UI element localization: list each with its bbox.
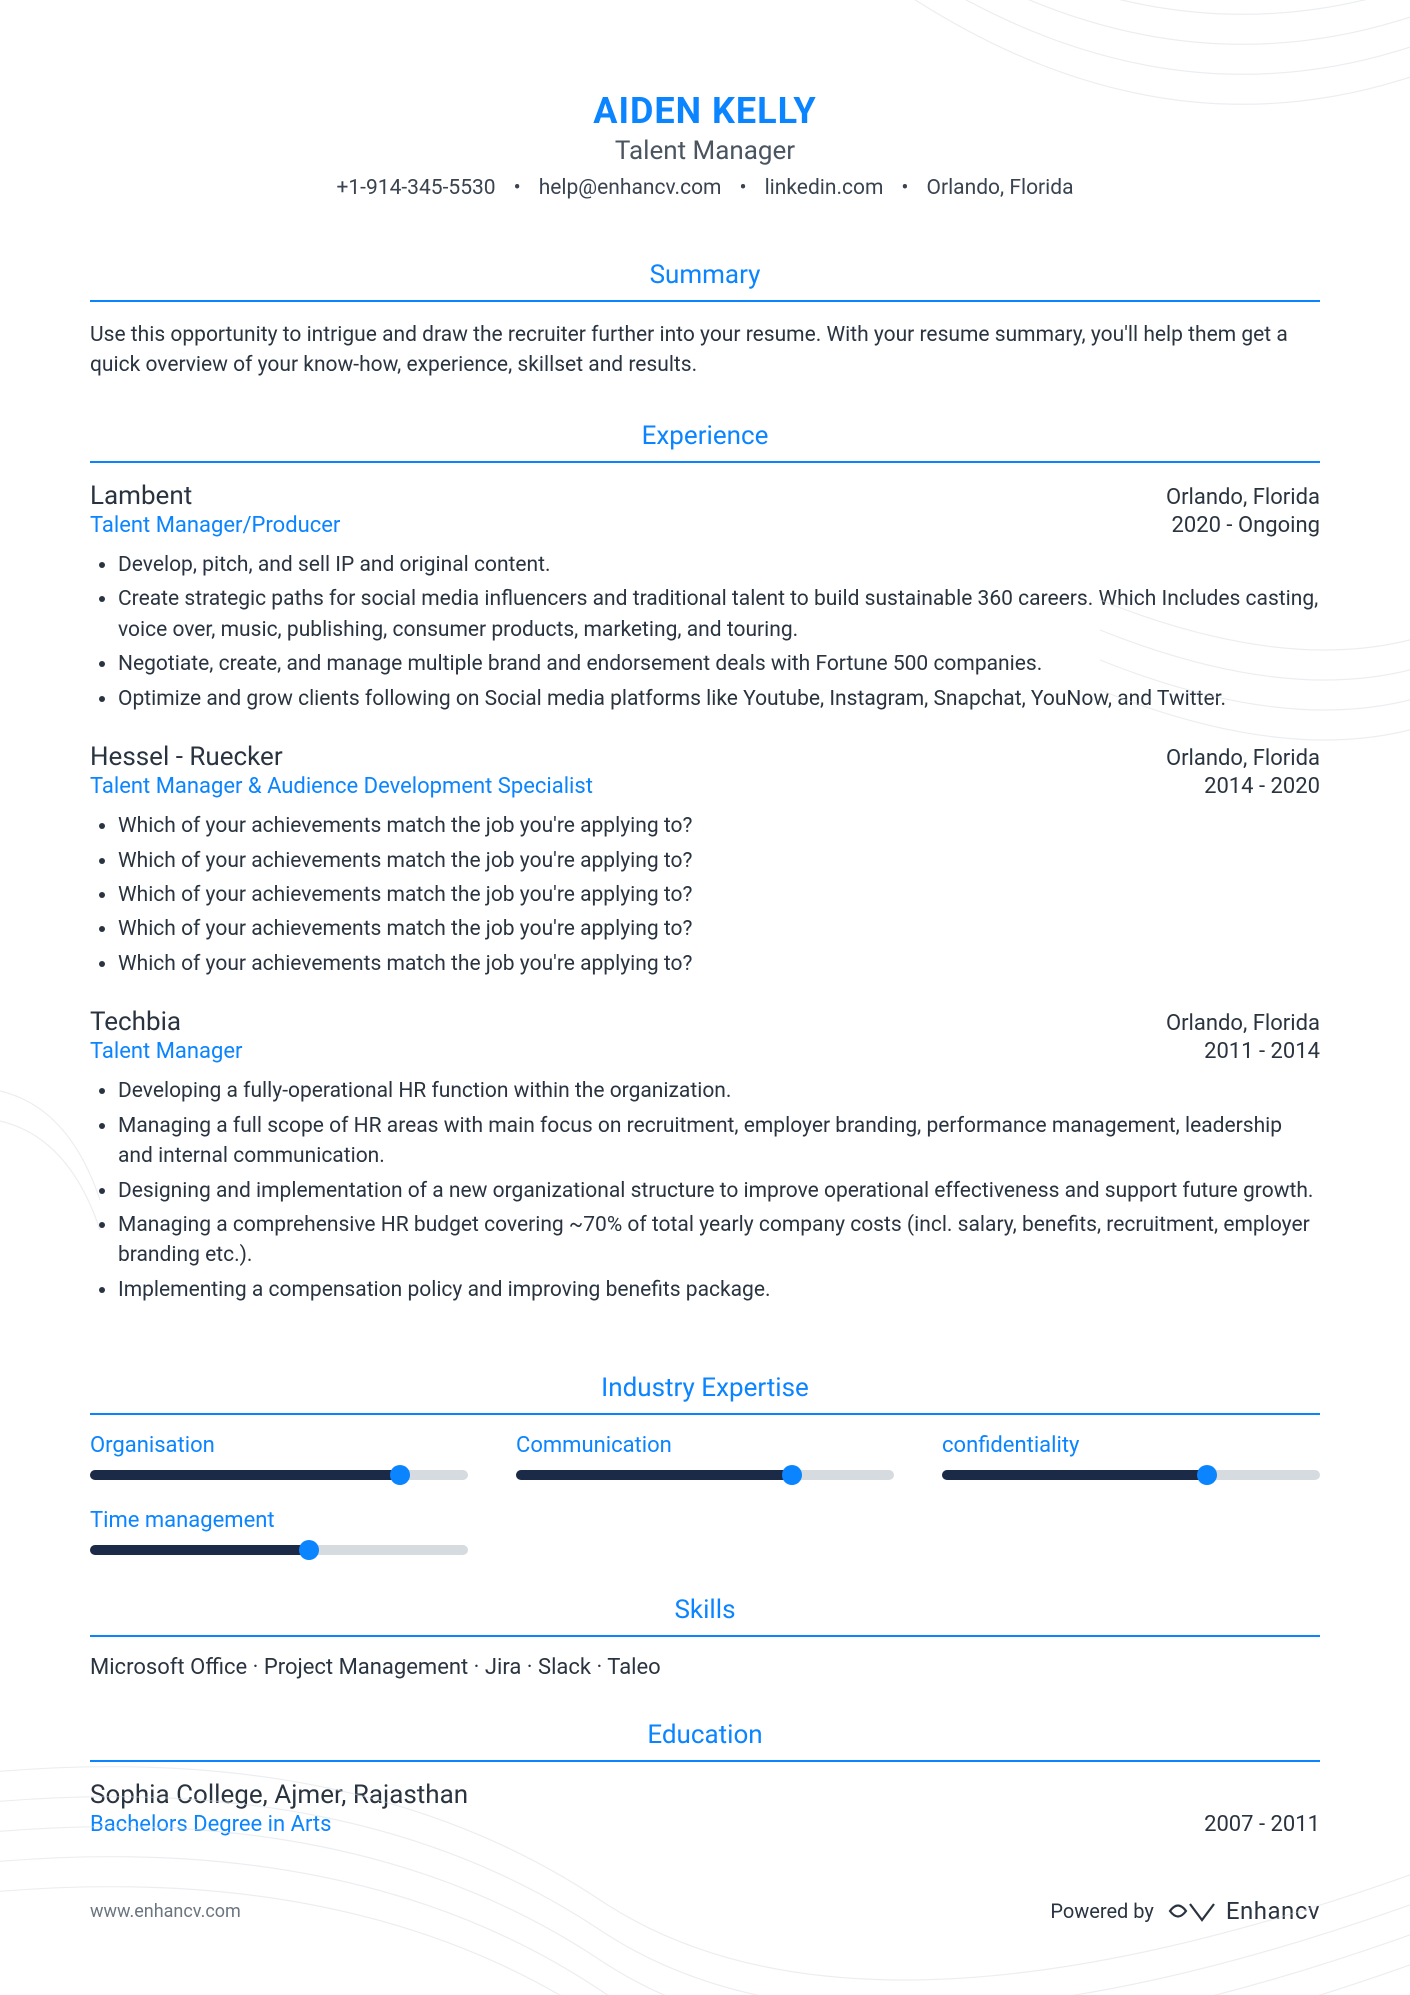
contact-row: +1-914-345-5530 • help@enhancv.com • lin…	[90, 176, 1320, 200]
brand-name: Enhancv	[1226, 1897, 1320, 1925]
job-bullets: Develop, pitch, and sell IP and original…	[90, 550, 1320, 714]
job-bullet: Which of your achievements match the job…	[118, 949, 1320, 979]
job-bullet: Which of your achievements match the job…	[118, 846, 1320, 876]
expertise-label: Time management	[90, 1508, 468, 1533]
expertise-section: Industry Expertise Organisation Communica…	[90, 1373, 1320, 1555]
job-location: Orlando, Florida	[1166, 746, 1320, 771]
education-header-row: Sophia College, Ajmer, RajasthanBachelor…	[90, 1780, 1320, 1837]
job-dates: 2011 - 2014	[1204, 1039, 1320, 1064]
expertise-item: Communication	[516, 1433, 894, 1480]
job-role: Talent Manager/Producer	[90, 513, 340, 538]
expertise-label: Communication	[516, 1433, 894, 1458]
education-school: Sophia College, Ajmer, Rajasthan	[90, 1780, 468, 1810]
education-degree: Bachelors Degree in Arts	[90, 1812, 468, 1837]
expertise-item: confidentiality	[942, 1433, 1320, 1480]
contact-phone: +1-914-345-5530	[336, 176, 495, 200]
education-entry: Sophia College, Ajmer, RajasthanBachelor…	[90, 1780, 1320, 1837]
person-name: AIDEN KELLY	[90, 90, 1320, 132]
resume-header: AIDEN KELLY Talent Manager +1-914-345-55…	[90, 90, 1320, 200]
expertise-bar-knob	[782, 1465, 802, 1485]
job-header-row: Lambent Orlando, Florida	[90, 481, 1320, 511]
expertise-label: Organisation	[90, 1433, 468, 1458]
job-role: Talent Manager & Audience Development Sp…	[90, 774, 593, 799]
summary-text: Use this opportunity to intrigue and dra…	[90, 320, 1320, 381]
skills-heading: Skills	[90, 1595, 1320, 1637]
education-list: Sophia College, Ajmer, RajasthanBachelor…	[90, 1780, 1320, 1837]
expertise-item: Organisation	[90, 1433, 468, 1480]
job-bullet: Which of your achievements match the job…	[118, 811, 1320, 841]
separator-dot-icon: •	[514, 176, 521, 200]
job-bullet: Optimize and grow clients following on S…	[118, 684, 1320, 714]
job-subheader-row: Talent Manager & Audience Development Sp…	[90, 772, 1320, 799]
expertise-bar-knob	[299, 1540, 319, 1560]
skills-section: Skills Microsoft Office · Project Manage…	[90, 1595, 1320, 1680]
job-bullets: Developing a fully-operational HR functi…	[90, 1076, 1320, 1305]
job-role: Talent Manager	[90, 1039, 242, 1064]
job-bullet: Negotiate, create, and manage multiple b…	[118, 649, 1320, 679]
expertise-bar-fill	[90, 1470, 400, 1480]
education-left: Sophia College, Ajmer, RajasthanBachelor…	[90, 1780, 468, 1837]
expertise-bar-fill	[516, 1470, 792, 1480]
job-company: Hessel - Ruecker	[90, 742, 283, 772]
education-dates: 2007 - 2011	[1204, 1812, 1320, 1837]
experience-section: Experience LambentOrlando, FloridaTalent…	[90, 421, 1320, 1333]
job-location: Orlando, Florida	[1166, 485, 1320, 510]
job-bullet: Managing a full scope of HR areas with m…	[118, 1111, 1320, 1172]
job-dates: 2014 - 2020	[1204, 774, 1320, 799]
expertise-bar	[90, 1545, 468, 1555]
job-bullet: Create strategic paths for social media …	[118, 584, 1320, 645]
education-section: Education Sophia College, Ajmer, Rajasth…	[90, 1720, 1320, 1837]
contact-email[interactable]: help@enhancv.com	[539, 176, 722, 200]
contact-location: Orlando, Florida	[927, 176, 1074, 200]
skills-line: Microsoft Office · Project Management · …	[90, 1655, 1320, 1680]
education-heading: Education	[90, 1720, 1320, 1762]
summary-section: Summary Use this opportunity to intrigue…	[90, 260, 1320, 381]
jobs-list: LambentOrlando, FloridaTalent Manager/Pr…	[90, 481, 1320, 1305]
job-bullet: Managing a comprehensive HR budget cover…	[118, 1210, 1320, 1271]
brand-logo[interactable]: Enhancv	[1168, 1897, 1320, 1925]
job-company: Lambent	[90, 481, 192, 511]
expertise-grid: Organisation Communication confidentiality…	[90, 1433, 1320, 1555]
job-bullet: Develop, pitch, and sell IP and original…	[118, 550, 1320, 580]
job-entry: LambentOrlando, FloridaTalent Manager/Pr…	[90, 481, 1320, 714]
enhancv-logo-icon	[1168, 1898, 1218, 1924]
resume-page: AIDEN KELLY Talent Manager +1-914-345-55…	[0, 0, 1410, 1995]
separator-dot-icon: •	[739, 176, 746, 200]
separator-dot-icon: •	[901, 176, 908, 200]
expertise-bar-fill	[90, 1545, 309, 1555]
expertise-label: confidentiality	[942, 1433, 1320, 1458]
job-bullet: Which of your achievements match the job…	[118, 914, 1320, 944]
job-bullet: Implementing a compensation policy and i…	[118, 1275, 1320, 1305]
job-location: Orlando, Florida	[1166, 1011, 1320, 1036]
expertise-bar-fill	[942, 1470, 1207, 1480]
job-bullets: Which of your achievements match the job…	[90, 811, 1320, 979]
job-bullet: Designing and implementation of a new or…	[118, 1176, 1320, 1206]
job-header-row: Techbia Orlando, Florida	[90, 1007, 1320, 1037]
job-dates: 2020 - Ongoing	[1172, 513, 1321, 538]
expertise-bar-knob	[390, 1465, 410, 1485]
job-subheader-row: Talent Manager/Producer 2020 - Ongoing	[90, 511, 1320, 538]
job-subheader-row: Talent Manager 2011 - 2014	[90, 1037, 1320, 1064]
footer-url[interactable]: www.enhancv.com	[90, 1901, 241, 1922]
expertise-item: Time management	[90, 1508, 468, 1555]
page-footer: www.enhancv.com Powered by Enhancv	[90, 1837, 1320, 1925]
expertise-bar	[942, 1470, 1320, 1480]
experience-heading: Experience	[90, 421, 1320, 463]
expertise-bar	[90, 1470, 468, 1480]
summary-heading: Summary	[90, 260, 1320, 302]
job-entry: Techbia Orlando, Florida Talent Manager 201…	[90, 1007, 1320, 1305]
job-bullet: Developing a fully-operational HR functi…	[118, 1076, 1320, 1106]
person-title: Talent Manager	[90, 136, 1320, 166]
expertise-bar	[516, 1470, 894, 1480]
job-header-row: Hessel - Ruecker Orlando, Florida	[90, 742, 1320, 772]
expertise-bar-knob	[1197, 1465, 1217, 1485]
job-company: Techbia	[90, 1007, 181, 1037]
job-entry: Hessel - Ruecker Orlando, Florida Talent M…	[90, 742, 1320, 979]
job-bullet: Which of your achievements match the job…	[118, 880, 1320, 910]
contact-linkedin[interactable]: linkedin.com	[765, 176, 884, 200]
powered-by: Powered by Enhancv	[1050, 1897, 1320, 1925]
powered-by-label: Powered by	[1050, 1899, 1154, 1923]
expertise-heading: Industry Expertise	[90, 1373, 1320, 1415]
